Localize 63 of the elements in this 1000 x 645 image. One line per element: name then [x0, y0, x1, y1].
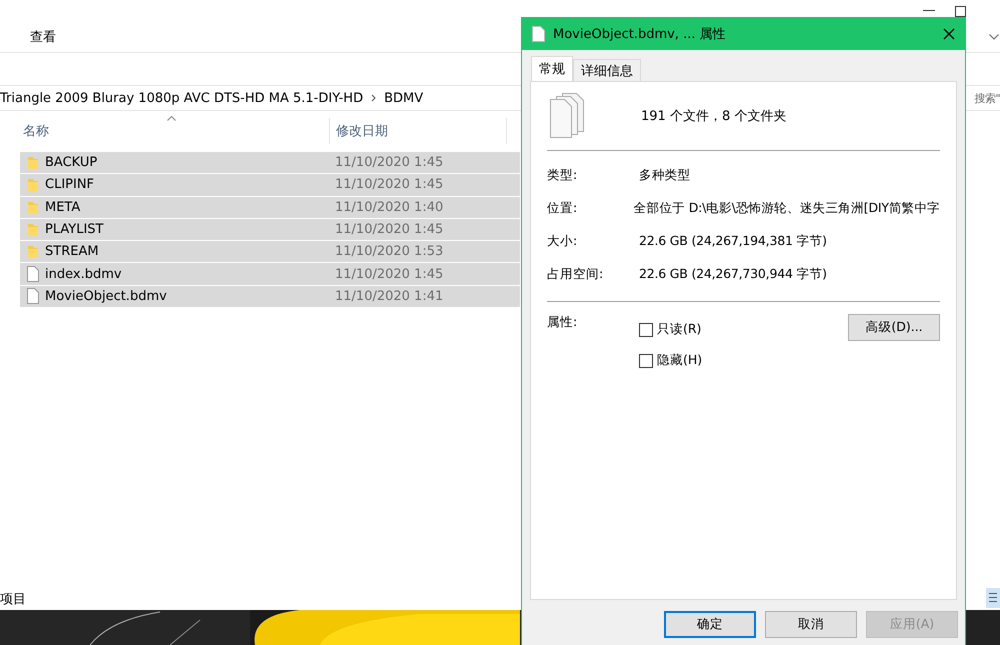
file-row[interactable]: BACKUP 11/10/2020 1:45	[20, 152, 520, 174]
property-value: 22.6 GB (24,267,194,381 字节)	[639, 233, 827, 250]
property-label: 位置:	[547, 200, 578, 217]
file-row[interactable]: PLAYLIST 11/10/2020 1:45	[20, 218, 520, 242]
file-name: CLIPINF	[45, 177, 96, 192]
property-label: 属性:	[547, 314, 578, 331]
advanced-button[interactable]: 高级(D)...	[848, 314, 940, 341]
file-name: STREAM	[45, 244, 100, 260]
dialog-button[interactable]: 取消	[765, 611, 857, 638]
file-name: MovieObject.bdmv	[45, 288, 168, 304]
file-name: BACKUP	[45, 155, 98, 170]
modified-date: 11/10/2020 1:45	[335, 222, 444, 238]
modified-date: 11/10/2020 1:41	[335, 288, 444, 304]
property-value: 22.6 GB (24,267,730,944 字节)	[639, 266, 827, 283]
column-header[interactable]: 修改日期	[336, 122, 388, 140]
details-view-icon[interactable]	[986, 588, 1000, 608]
modified-date: 11/10/2020 1:45	[335, 266, 444, 282]
property-label: 类型:	[547, 167, 578, 184]
dialog-button[interactable]: 确定	[664, 611, 756, 638]
folder-icon	[26, 155, 38, 170]
file-icon	[26, 266, 38, 282]
modified-date: 11/10/2020 1:45	[335, 177, 444, 192]
chevron-icon[interactable]	[989, 34, 999, 40]
modified-date: 11/10/2020 1:53	[335, 244, 444, 260]
checkbox[interactable]	[639, 354, 653, 368]
multiple-files-icon	[550, 93, 584, 139]
window-title: MovieObject.bdmv, ... 属性	[553, 26, 727, 43]
file-name: PLAYLIST	[45, 222, 104, 238]
modified-date: 11/10/2020 1:45	[335, 155, 444, 170]
property-value: 多种类型	[639, 167, 690, 184]
file-icon	[26, 288, 38, 304]
folder-icon	[26, 222, 38, 238]
tab[interactable]: 常规	[531, 56, 573, 81]
selection-summary: 191 个文件，8 个文件夹	[641, 108, 786, 125]
property-label: 占用空间:	[547, 266, 604, 283]
status-bar-text: 项目	[0, 591, 26, 608]
tab[interactable]: 详细信息	[573, 59, 641, 81]
file-row[interactable]: MovieObject.bdmv 11/10/2020 1:41	[20, 286, 520, 308]
breadcrumb-item[interactable]: Triangle 2009 Bluray 1080p AVC DTS-HD MA 5.1-DIY-HD	[0, 90, 364, 106]
search-field[interactable]: 搜索"	[971, 90, 1000, 106]
maximize-icon[interactable]	[955, 6, 966, 16]
checkbox[interactable]	[639, 322, 653, 336]
property-value: 全部位于 D:\电影\恐怖游轮、迷失三角洲[DIY简繁中字	[634, 200, 940, 217]
modified-date: 11/10/2020 1:40	[335, 200, 444, 215]
file-row[interactable]: CLIPINF 11/10/2020 1:45	[20, 174, 520, 197]
close-icon[interactable]	[943, 28, 955, 40]
file-name: index.bdmv	[45, 266, 123, 282]
file-name: META	[45, 200, 82, 215]
file-row[interactable]: STREAM 11/10/2020 1:53	[20, 241, 520, 264]
checkbox-label[interactable]: 隐藏(H)	[657, 352, 702, 369]
file-row[interactable]: index.bdmv 11/10/2020 1:45	[20, 263, 520, 286]
checkbox-label[interactable]: 只读(R)	[657, 321, 702, 338]
breadcrumb-chevron-icon[interactable]	[371, 94, 376, 102]
menu-tab[interactable]: 查看	[30, 28, 56, 46]
property-label: 大小:	[547, 233, 578, 250]
breadcrumb-item[interactable]: BDMV	[384, 90, 424, 106]
folder-icon	[26, 177, 38, 192]
file-row[interactable]: META 11/10/2020 1:40	[20, 196, 520, 219]
column-header[interactable]: 名称	[23, 122, 49, 140]
folder-icon	[26, 200, 38, 215]
folder-icon	[26, 244, 38, 260]
minimize-icon[interactable]	[923, 10, 935, 12]
file-icon	[532, 26, 545, 42]
